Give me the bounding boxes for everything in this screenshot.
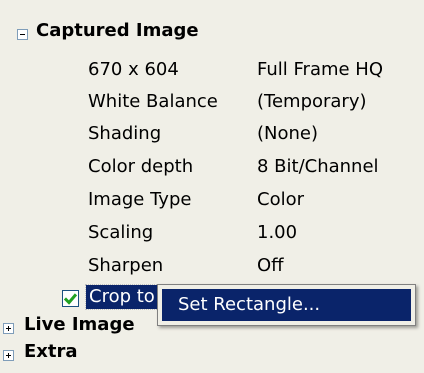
property-panel: Captured Image 670 x 604 Full Frame HQ W… bbox=[0, 0, 424, 373]
property-row-sharpen[interactable]: Sharpen Off bbox=[88, 249, 418, 281]
property-value[interactable]: (Temporary) bbox=[257, 91, 367, 112]
property-row-dimensions[interactable]: 670 x 604 Full Frame HQ bbox=[88, 53, 418, 85]
property-name: Sharpen bbox=[88, 255, 164, 276]
group-extra[interactable]: Extra bbox=[24, 341, 78, 362]
group-captured-image[interactable]: Captured Image bbox=[36, 20, 199, 41]
property-name: Image Type bbox=[88, 189, 192, 210]
property-name: Shading bbox=[88, 123, 162, 144]
context-menu: Set Rectangle... bbox=[157, 284, 416, 326]
property-value[interactable]: 8 Bit/Channel bbox=[257, 156, 379, 177]
group-live-image[interactable]: Live Image bbox=[24, 314, 135, 335]
crop-to-roi-checkbox[interactable] bbox=[62, 290, 79, 307]
property-row-white-balance[interactable]: White Balance (Temporary) bbox=[88, 85, 418, 117]
property-value[interactable]: Full Frame HQ bbox=[257, 59, 383, 80]
expand-extra-icon[interactable] bbox=[3, 350, 14, 361]
property-row-image-type[interactable]: Image Type Color bbox=[88, 183, 418, 215]
property-row-scaling[interactable]: Scaling 1.00 bbox=[88, 216, 418, 248]
menu-item-set-rectangle[interactable]: Set Rectangle... bbox=[162, 289, 411, 321]
property-row-shading[interactable]: Shading (None) bbox=[88, 117, 418, 149]
property-value[interactable]: (None) bbox=[257, 123, 318, 144]
property-name: Scaling bbox=[88, 222, 154, 243]
expand-live-image-icon[interactable] bbox=[3, 323, 14, 334]
property-row-color-depth[interactable]: Color depth 8 Bit/Channel bbox=[88, 150, 418, 182]
property-value[interactable]: Color bbox=[257, 189, 304, 210]
collapse-captured-image-icon[interactable] bbox=[17, 29, 28, 40]
property-value[interactable]: 1.00 bbox=[257, 222, 297, 243]
property-name: Color depth bbox=[88, 156, 194, 177]
property-name: White Balance bbox=[88, 91, 218, 112]
property-value[interactable]: Off bbox=[257, 255, 284, 276]
property-name: 670 x 604 bbox=[88, 59, 179, 80]
checkmark-icon bbox=[63, 293, 78, 305]
